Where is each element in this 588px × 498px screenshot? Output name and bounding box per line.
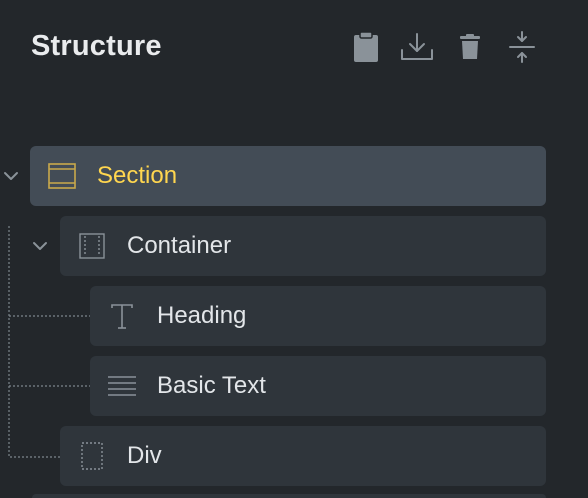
tree-node-section[interactable]: Section	[30, 146, 546, 206]
collapse-section-chevron-icon[interactable]	[0, 165, 22, 187]
tree-node-container[interactable]: Container	[60, 216, 546, 276]
tree-node-basic-text[interactable]: Basic Text	[90, 356, 546, 416]
collapse-container-chevron-icon[interactable]	[29, 235, 51, 257]
tree-node-label: Heading	[157, 302, 247, 329]
trash-icon[interactable]	[453, 30, 487, 64]
clipboard-icon[interactable]	[349, 30, 383, 64]
div-icon	[77, 441, 107, 471]
tree-node-heading[interactable]: Heading	[90, 286, 546, 346]
tree-node-label: Div	[127, 442, 162, 469]
tree-node-div[interactable]: Div	[60, 426, 546, 486]
tree-node-label: Container	[127, 232, 232, 259]
tree-node-label: Section	[97, 162, 178, 189]
panel-title: Structure	[31, 30, 162, 62]
basic-text-icon	[107, 371, 137, 401]
expand-collapse-icon[interactable]	[505, 30, 539, 64]
tree-node-label: Basic Text	[157, 372, 266, 399]
heading-icon	[107, 301, 137, 331]
section-icon	[47, 161, 77, 191]
container-icon	[77, 231, 107, 261]
next-tree-node-partial	[32, 494, 546, 498]
structure-panel: Structure Section Container Heading Basi…	[0, 0, 588, 498]
download-icon[interactable]	[400, 30, 434, 64]
